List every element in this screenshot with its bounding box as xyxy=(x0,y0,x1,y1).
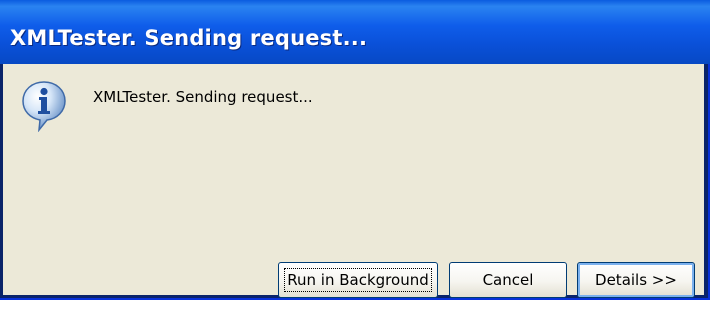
run-in-background-button[interactable]: Run in Background xyxy=(278,262,438,298)
details-label: Details >> xyxy=(595,271,677,289)
progress-dialog-window: XMLTester. Sending request... XMLTester.… xyxy=(0,0,710,300)
dialog-body: XMLTester. Sending request... Run in Bac… xyxy=(3,64,704,298)
details-button[interactable]: Details >> xyxy=(577,262,695,298)
title-bar[interactable]: XMLTester. Sending request... xyxy=(0,0,710,64)
information-icon xyxy=(22,81,66,132)
run-in-background-label: Run in Background xyxy=(284,268,432,292)
cancel-button[interactable]: Cancel xyxy=(449,262,567,298)
window-title: XMLTester. Sending request... xyxy=(10,26,368,50)
status-message: XMLTester. Sending request... xyxy=(93,88,313,106)
cancel-label: Cancel xyxy=(482,271,534,289)
